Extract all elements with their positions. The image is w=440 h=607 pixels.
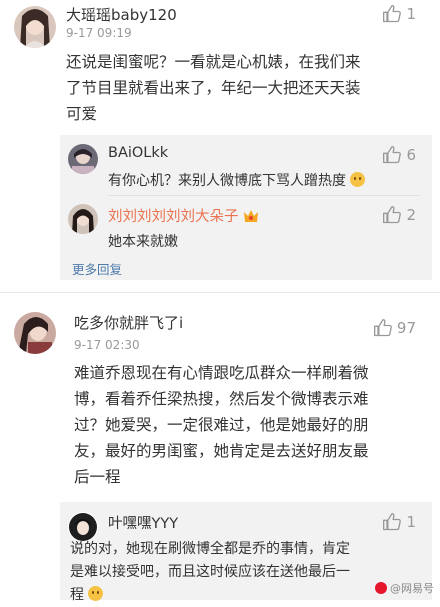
watermark: @网易号	[375, 580, 434, 596]
comment-text-line: 博，看着乔任梁热搜，然后发个微博表示难	[74, 390, 369, 408]
avatar[interactable]	[14, 312, 56, 354]
like-button[interactable]: 6	[382, 145, 416, 165]
thumbs-up-icon	[383, 513, 402, 531]
avatar[interactable]	[68, 144, 98, 174]
comment-text: 难道乔恩现在有心情跟吃瓜群众一样刷着微 博，看着乔任梁热搜，然后发个微博表示难 …	[74, 360, 369, 490]
like-button[interactable]: 1	[382, 4, 416, 24]
reply-username-text: 刘刘刘刘刘刘大朵子	[108, 209, 239, 225]
like-count: 6	[406, 146, 416, 164]
reply-text: 有你心机？来别人微博底下骂人蹭热度	[108, 170, 366, 190]
like-button[interactable]: 2	[382, 205, 416, 225]
divider	[0, 292, 440, 293]
thumbs-up-icon	[383, 206, 402, 224]
comment-time: 9-17 02:30	[74, 338, 140, 352]
reply-username[interactable]: 叶嘿嘿YYY	[108, 512, 178, 533]
reply-text-line: 说的对，她现在刷微博全都是乔的事情，肯定	[70, 541, 350, 557]
like-count: 97	[396, 319, 416, 337]
watermark-text: @网易号	[390, 582, 434, 595]
reply-text-content: 程	[70, 587, 84, 603]
thumbs-up-icon	[383, 5, 402, 23]
comment-text-line: 友，最好的男闺蜜，她肯定是去送好朋友最	[74, 442, 369, 460]
reply-text-line: 是难以接受吧，而且这时候应该在送他最后一	[70, 564, 350, 580]
comment-time: 9-17 09:19	[66, 26, 132, 40]
comment-1: 大瑶瑶baby120 9-17 09:19 1 还说是闺蜜呢？一看就是心机婊，在…	[0, 0, 440, 290]
vip-crown-icon	[243, 209, 259, 223]
comment-text-line: 难道乔恩现在有心情跟吃瓜群众一样刷着微	[74, 364, 369, 382]
smile-emoji-icon	[350, 172, 366, 187]
comment-username[interactable]: 大瑶瑶baby120	[66, 4, 177, 25]
avatar[interactable]	[14, 6, 56, 48]
comment-text-line: 后一程	[74, 468, 121, 486]
thumbs-up-icon	[373, 319, 392, 337]
comment-text-line: 还说是闺蜜呢？一看就是心机婊，在我们来	[66, 53, 361, 71]
reply-username[interactable]: 刘刘刘刘刘刘大朵子	[108, 205, 259, 226]
replies-box: BAiOLkk 6 有你心机？来别人微博底下骂人蹭热度 刘刘刘刘刘刘大朵子 2 …	[60, 135, 432, 280]
comment-text-line: 过？她爱哭，一定很难过，他是她最好的朋	[74, 416, 369, 434]
thumbs-up-icon	[383, 146, 402, 164]
like-count: 2	[406, 206, 416, 224]
like-count: 1	[406, 513, 416, 531]
smile-emoji-icon	[88, 586, 104, 601]
reply-text: 她本来就嫩	[108, 234, 178, 250]
comment-text-line: 了节目里就看出来了，年纪一大把还天天装	[66, 79, 361, 97]
reply-text: 说的对，她现在刷微博全都是乔的事情，肯定 是难以接受吧，而且这时候应该在送他最后…	[60, 538, 350, 607]
like-button[interactable]: 97	[373, 318, 416, 338]
comment-2: 吃多你就胖飞了i 9-17 02:30 97 难道乔恩现在有心情跟吃瓜群众一样刷…	[0, 300, 440, 603]
more-replies-link[interactable]: 更多回复	[72, 259, 122, 278]
comment-text: 还说是闺蜜呢？一看就是心机婊，在我们来 了节目里就看出来了，年纪一大把还天天装 …	[66, 49, 361, 127]
reply-username[interactable]: BAiOLkk	[108, 145, 168, 161]
like-button[interactable]: 1	[382, 512, 416, 532]
comment-username[interactable]: 吃多你就胖飞了i	[74, 312, 183, 333]
netease-logo-icon	[375, 582, 387, 594]
divider	[108, 195, 420, 196]
reply-text-content: 有你心机？来别人微博底下骂人蹭热度	[108, 173, 346, 189]
comment-text-line: 可爱	[66, 105, 98, 123]
reply-text-line: 程	[70, 584, 350, 607]
like-count: 1	[406, 5, 416, 23]
avatar[interactable]	[68, 204, 98, 234]
